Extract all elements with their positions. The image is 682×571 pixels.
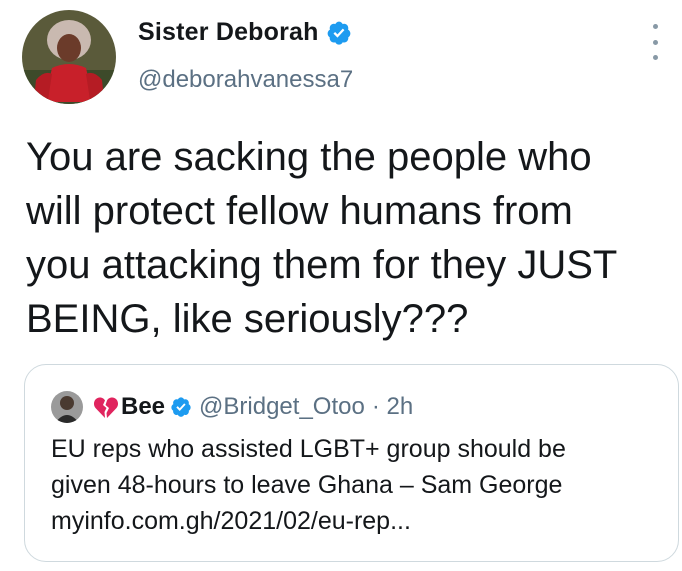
author-avatar[interactable] xyxy=(22,10,116,104)
quoted-author-name[interactable]: Bee xyxy=(121,393,165,421)
quoted-tweet-time[interactable]: · 2h xyxy=(372,393,413,421)
tweet-text: You are sacking the people who will prot… xyxy=(26,130,666,346)
author-display-name[interactable]: Sister Deborah xyxy=(138,18,319,47)
author-handle[interactable]: @deborahvanessa7 xyxy=(138,66,353,94)
quoted-author-avatar[interactable] xyxy=(51,391,83,423)
quoted-text-line: given 48-hours to leave Ghana – Sam Geor… xyxy=(51,471,563,499)
tweet-text-line: you attacking them for they JUST xyxy=(26,243,618,287)
tweet-text-line: will protect fellow humans from xyxy=(26,189,573,233)
broken-heart-icon xyxy=(93,397,119,418)
tweet-text-line: BEING, like seriously??? xyxy=(26,297,469,341)
quoted-tweet-header: Bee @Bridget_Otoo · 2h xyxy=(51,391,413,423)
verified-badge-icon xyxy=(171,397,191,417)
author-name-row: Sister Deborah xyxy=(138,18,352,47)
verified-badge-icon xyxy=(327,21,351,45)
quoted-author-handle[interactable]: @Bridget_Otoo xyxy=(199,393,365,421)
quoted-tweet-card[interactable]: Bee @Bridget_Otoo · 2h EU reps who assis… xyxy=(24,364,679,562)
more-options-icon[interactable] xyxy=(648,24,662,60)
quoted-text-line: EU reps who assisted LGBT+ group should … xyxy=(51,435,566,463)
quoted-tweet-text: EU reps who assisted LGBT+ group should … xyxy=(51,431,671,539)
tweet-text-line: You are sacking the people who xyxy=(26,135,592,179)
quoted-link-line[interactable]: myinfo.com.gh/2021/02/eu-rep... xyxy=(51,503,671,539)
